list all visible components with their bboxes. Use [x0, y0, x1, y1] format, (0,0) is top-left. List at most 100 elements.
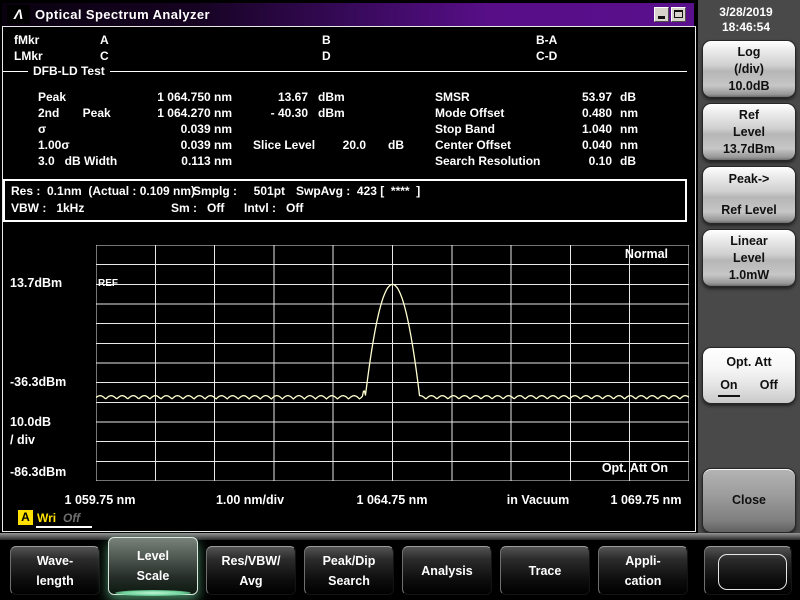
result-level-unit: dBm: [318, 90, 345, 104]
result-right-label: Mode Offset: [435, 106, 504, 120]
softkey-line: Level: [733, 250, 765, 267]
marker-a: A: [100, 33, 109, 47]
softkey-log-per-div[interactable]: Log (/div) 10.0dB: [702, 40, 796, 98]
vbw-setting: VBW : 1kHz: [11, 201, 84, 215]
result-wavelength: 0.039 nm: [90, 138, 232, 152]
time-display: 18:46:54: [698, 20, 794, 35]
spectrum-trace-canvas: [96, 245, 689, 481]
graticule: [96, 245, 689, 481]
result-wavelength: 0.039 nm: [90, 122, 232, 136]
result-right-label: SMSR: [435, 90, 470, 104]
y-label-scale-per-div: / div: [10, 433, 35, 447]
fnkey-res-vbw-avg[interactable]: Res/VBW/ Avg: [206, 546, 296, 595]
fnkey-line: cation: [625, 571, 662, 591]
fnkey-peak-dip-search[interactable]: Peak/Dip Search: [304, 546, 394, 595]
smooth-setting: Sm : Off: [171, 201, 224, 215]
softkey-line: 1.0mW: [729, 267, 769, 284]
trace-write-mode: Wri: [37, 511, 56, 525]
x-label-span-per-div: 1.00 nm/div: [216, 493, 284, 507]
softkey-ref-level[interactable]: Ref Level 13.7dBm: [702, 103, 796, 161]
sweep-average-setting: SwpAvg : 423 [ **** ]: [296, 184, 420, 198]
result-row-2nd-peak: 2nd Peak 1 064.270 nm - 40.30 dBm Mode O…: [0, 106, 698, 121]
y-label-ref-level: 13.7dBm: [10, 276, 62, 290]
arrow-right-icon: [705, 547, 791, 594]
trace-off-state: Off: [63, 511, 80, 525]
result-wavelength: 1 064.270 nm: [90, 106, 232, 120]
marker-b: B: [322, 33, 331, 47]
result-row-1sigma: 1.00σ 0.039 nm Slice Level 20.0 dB Cente…: [0, 138, 698, 153]
result-right-value: 0.10: [540, 154, 612, 168]
anritsu-logo-icon: Λ: [7, 5, 30, 24]
softkey-linear-level[interactable]: Linear Level 1.0mW: [702, 229, 796, 287]
level-marker-row: LMkr C D C-D: [0, 49, 690, 64]
fnkey-application[interactable]: Appli- cation: [598, 546, 688, 595]
softkey-close[interactable]: Close: [702, 468, 796, 533]
result-wavelength: 1 064.750 nm: [90, 90, 232, 104]
x-label-center-wavelength: 1 064.75 nm: [357, 493, 428, 507]
result-right-label: Stop Band: [435, 122, 495, 136]
fnkey-line: Trace: [529, 561, 562, 581]
lmkr-label: LMkr: [14, 49, 43, 63]
fnkey-line: Peak/Dip: [323, 551, 376, 571]
softkey-line: Linear: [730, 233, 768, 250]
result-label: Peak: [38, 90, 66, 104]
result-right-unit: nm: [620, 122, 638, 136]
fnkey-more-pages[interactable]: [704, 546, 792, 595]
fnkey-line: Avg: [239, 571, 262, 591]
y-label-scale-value: 10.0dB: [10, 415, 51, 429]
opt-att-on-option[interactable]: On: [718, 377, 739, 397]
softkey-peak-to-ref-level[interactable]: Peak-> Ref Level: [702, 166, 796, 224]
sweep-settings-box: Res : 0.1nm (Actual : 0.109 nm) Smplg : …: [3, 179, 687, 222]
softkey-line: Close: [732, 492, 766, 509]
fnkey-line: Scale: [137, 566, 170, 586]
x-label-start-wavelength: 1 059.75 nm: [65, 493, 136, 507]
slice-level-unit: dB: [388, 138, 404, 152]
y-label-bottom-level: -86.3dBm: [10, 465, 66, 479]
measure-mode-label: Normal: [625, 247, 668, 261]
fnkey-wavelength[interactable]: Wave- length: [10, 546, 100, 595]
fnkey-line: Appli-: [625, 551, 660, 571]
selected-key-glow: [115, 590, 191, 596]
softkey-line: Ref: [739, 107, 759, 124]
opt-att-options: On Off: [712, 377, 786, 397]
result-right-unit: nm: [620, 106, 638, 120]
fmkr-label: fMkr: [14, 33, 39, 47]
minimize-button[interactable]: [654, 7, 669, 22]
fnkey-line: length: [36, 571, 74, 591]
title-bar: Λ Optical Spectrum Analyzer: [2, 3, 694, 26]
maximize-button[interactable]: [671, 7, 686, 22]
softkey-line: Peak->: [729, 171, 770, 188]
osa-application: Λ Optical Spectrum Analyzer fMkr A B B-A…: [0, 0, 800, 600]
fnkey-line: Wave-: [37, 551, 73, 571]
result-right-label: Search Resolution: [435, 154, 540, 168]
instrument-screen: Λ Optical Spectrum Analyzer fMkr A B B-A…: [0, 0, 698, 533]
result-row-sigma: σ 0.039 nm Stop Band 1.040 nm: [0, 122, 698, 137]
result-level: 13.67: [236, 90, 308, 104]
softkey-optical-attenuator[interactable]: Opt. Att On Off: [702, 347, 796, 404]
result-level: - 40.30: [236, 106, 308, 120]
fnkey-line: Level: [137, 546, 169, 566]
fnkey-analysis[interactable]: Analysis: [402, 546, 492, 595]
analysis-test-name: DFB-LD Test: [28, 64, 110, 78]
minimize-icon: [658, 16, 665, 19]
result-row-peak: Peak 1 064.750 nm 13.67 dBm SMSR 53.97 d…: [0, 90, 698, 105]
optical-attenuator-status: Opt. Att On: [602, 461, 668, 475]
softkey-sidebar: 3/28/2019 18:46:54 Log (/div) 10.0dB Ref…: [698, 0, 800, 536]
y-label-mid-level: -36.3dBm: [10, 375, 66, 389]
opt-att-off-option[interactable]: Off: [758, 377, 780, 397]
softkey-line: 10.0dB: [729, 78, 770, 95]
result-right-label: Center Offset: [435, 138, 511, 152]
softkey-line: Ref Level: [721, 202, 777, 219]
softkey-line: 13.7dBm: [723, 141, 775, 158]
maximize-icon: [674, 10, 683, 18]
result-right-value: 1.040: [540, 122, 612, 136]
marker-b-minus-a: B-A: [536, 33, 557, 47]
fnkey-trace[interactable]: Trace: [500, 546, 590, 595]
opt-att-title: Opt. Att: [726, 354, 771, 371]
marker-c: C: [100, 49, 109, 63]
frequency-marker-row: fMkr A B B-A: [0, 33, 690, 48]
fnkey-level-scale-selected[interactable]: Level Scale: [108, 537, 198, 595]
fnkey-line: Search: [328, 571, 370, 591]
trace-mode-underline: [36, 526, 92, 528]
fnkey-line: Res/VBW/: [221, 551, 280, 571]
